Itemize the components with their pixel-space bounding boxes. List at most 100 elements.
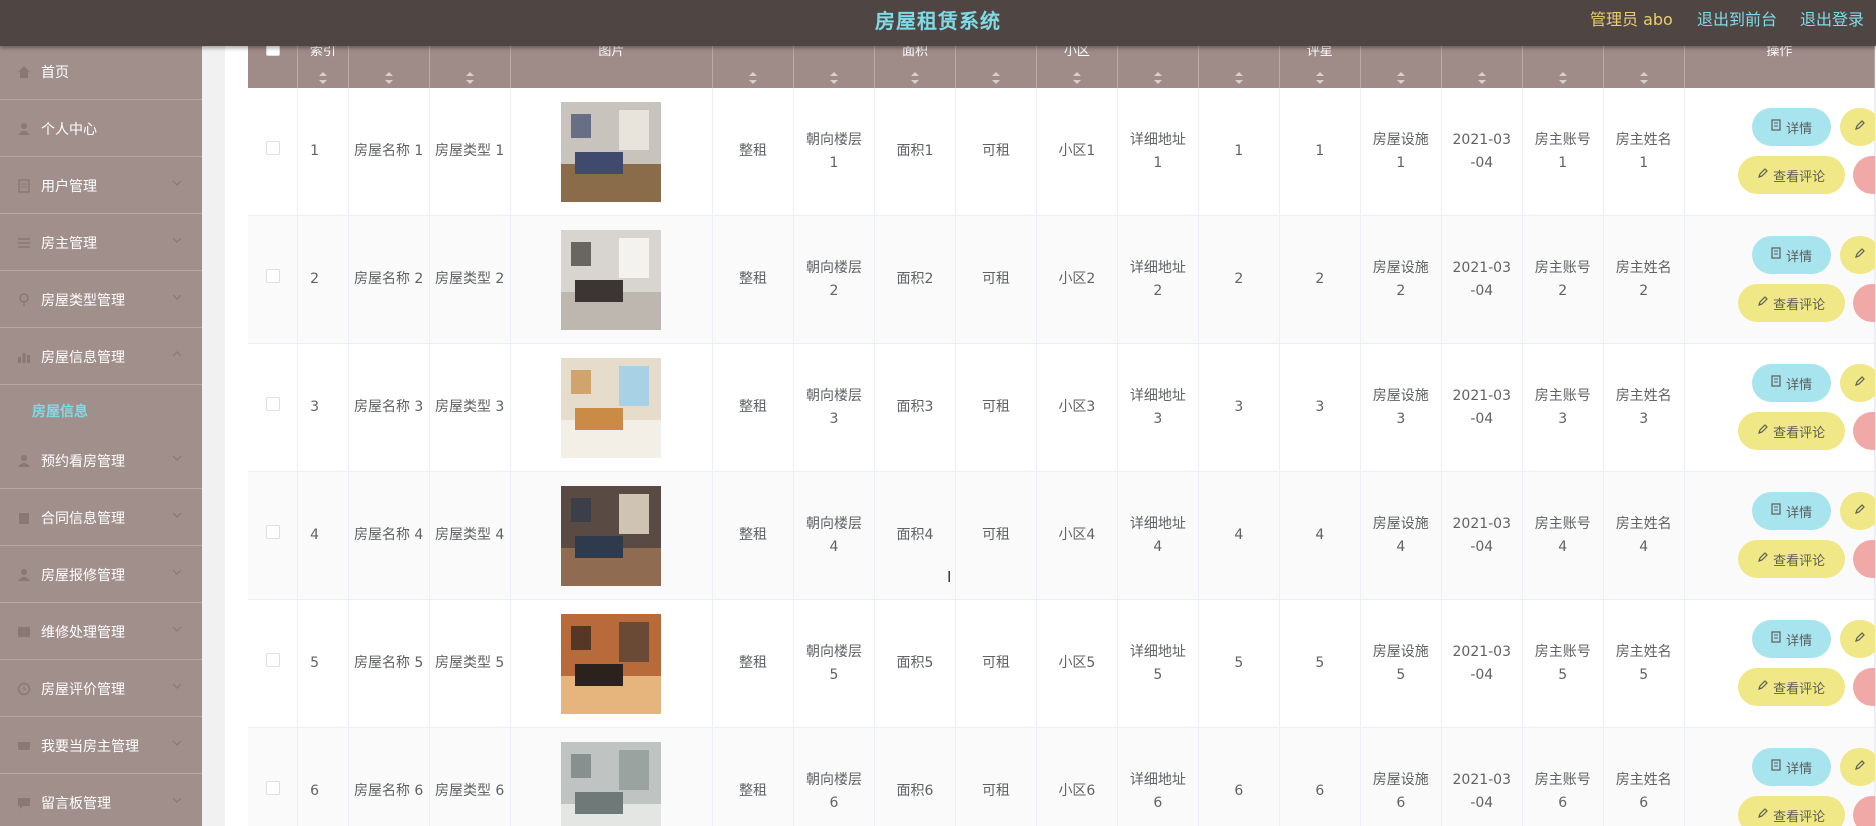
back-to-front-link[interactable]: 退出到前台 (1697, 6, 1777, 30)
pin-icon (17, 293, 31, 307)
sort-icon[interactable] (384, 72, 393, 84)
chevron-down-icon (172, 624, 182, 634)
sort-icon[interactable] (749, 72, 758, 84)
row-checkbox[interactable] (265, 781, 280, 795)
sort-icon[interactable] (1315, 72, 1324, 84)
sidebar-item-5[interactable]: 房屋信息管理 (0, 329, 202, 385)
view-reviews-button[interactable]: 查看评论 (1737, 284, 1845, 322)
sidebar-item-4[interactable]: 房屋类型管理 (0, 272, 202, 328)
chevron-down-icon (172, 795, 182, 805)
table-row[interactable]: 6 房屋名称 6 房屋类型 6 整租 朝向楼层 6 面积6 可租 小区6 详细地址 6 6 6 房屋设… (248, 727, 1875, 826)
cell-address: 详细地址 5 (1117, 599, 1199, 728)
sidebar-item-10[interactable]: 房屋评价管理 (0, 661, 202, 717)
sidebar-item-label: 首页 (41, 65, 69, 81)
sidebar-item-label: 房屋信息管理 (41, 350, 125, 366)
sort-icon[interactable] (991, 72, 1000, 84)
sidebar-item-label: 我要当房主管理 (41, 739, 139, 755)
sort-icon[interactable] (1639, 72, 1648, 84)
detail-button-label: 详情 (1786, 121, 1813, 137)
detail-button[interactable]: 详情 (1751, 748, 1831, 786)
edit-button[interactable] (1839, 236, 1875, 274)
sort-icon[interactable] (1396, 72, 1405, 84)
sidebar-item-2[interactable]: 用户管理 (0, 158, 202, 214)
detail-button-label: 详情 (1786, 633, 1813, 649)
cell-date: 2021-03 -04 (1441, 471, 1523, 600)
sort-icon[interactable] (910, 72, 919, 84)
sort-icon[interactable] (1234, 72, 1243, 84)
sidebar: 首页 个人中心 用户管理 房主管理 房屋类型管理 房屋信息管理 预约看房管理 合同信息管理 房屋… (0, 46, 202, 826)
cell-col11: 6 (1198, 727, 1280, 826)
sidebar-item-7[interactable]: 合同信息管理 (0, 490, 202, 546)
row-checkbox-cell (248, 215, 299, 344)
cell-orientation-floor: 朝向楼层 6 (793, 727, 875, 826)
delete-button[interactable] (1852, 156, 1875, 194)
delete-button[interactable] (1852, 796, 1875, 826)
sort-icon[interactable] (318, 72, 327, 84)
sidebar-item-8[interactable]: 房屋报修管理 (0, 547, 202, 603)
detail-button[interactable]: 详情 (1751, 364, 1831, 402)
sort-icon[interactable] (1558, 72, 1567, 84)
cell-photo (510, 343, 714, 472)
house-photo-image (561, 613, 662, 714)
sort-icon[interactable] (1072, 72, 1081, 84)
detail-button[interactable]: 详情 (1751, 108, 1831, 146)
edit-button[interactable] (1839, 748, 1875, 786)
sidebar-item-3[interactable]: 房主管理 (0, 215, 202, 271)
cell-col12: 1 (1279, 88, 1361, 216)
sidebar-item-1[interactable]: 个人中心 (0, 101, 202, 157)
edit-button[interactable] (1839, 620, 1875, 658)
row-checkbox[interactable] (265, 525, 280, 539)
row-checkbox[interactable] (265, 397, 280, 411)
house-photo-image (561, 485, 662, 586)
cell-owner-name: 房主姓名 3 (1603, 343, 1685, 472)
table-row[interactable]: 3 房屋名称 3 房屋类型 3 整租 朝向楼层 3 面积3 可租 小区3 详细地址 3 3 3 房屋设… (248, 343, 1875, 472)
logout-link[interactable]: 退出登录 (1800, 6, 1864, 30)
edit-button[interactable] (1839, 108, 1875, 146)
delete-button[interactable] (1852, 540, 1875, 578)
delete-button[interactable] (1852, 668, 1875, 706)
table-row[interactable]: 2 房屋名称 2 房屋类型 2 整租 朝向楼层 2 面积2 可租 小区2 详细地址 2 2 2 房屋设… (248, 215, 1875, 344)
view-reviews-button[interactable]: 查看评论 (1737, 668, 1845, 706)
sort-icon[interactable] (1153, 72, 1162, 84)
sidebar-subitem-house-info[interactable]: 房屋信息 (0, 387, 202, 433)
grid-icon (17, 625, 31, 639)
cell-index: 3 (297, 343, 349, 472)
cell-owner-account: 房主账号 2 (1522, 215, 1604, 344)
sidebar-item-12[interactable]: 留言板管理 (0, 775, 202, 826)
sidebar-item-11[interactable]: 我要当房主管理 (0, 718, 202, 774)
sort-icon[interactable] (830, 72, 838, 84)
cell-house-name: 房屋名称 4 (348, 471, 430, 600)
detail-button-label: 详情 (1786, 249, 1813, 265)
sort-icon[interactable] (1477, 72, 1486, 84)
sort-icon[interactable] (465, 72, 474, 84)
delete-button[interactable] (1852, 412, 1875, 450)
cell-status: 可租 (955, 471, 1037, 600)
cell-house-type: 房屋类型 3 (429, 343, 511, 472)
house-photo-image (561, 741, 662, 826)
cell-orientation-floor: 朝向楼层 4 (793, 471, 875, 600)
view-reviews-button[interactable]: 查看评论 (1737, 156, 1845, 194)
pencil-icon (1854, 631, 1866, 647)
table-row[interactable]: 4 房屋名称 4 房屋类型 4 整租 朝向楼层 4 面积4 可租 小区4 详细地址 4 4 4 房屋设… (248, 471, 1875, 600)
edit-button[interactable] (1839, 364, 1875, 402)
detail-button[interactable]: 详情 (1751, 492, 1831, 530)
row-checkbox[interactable] (265, 141, 280, 155)
edit-button[interactable] (1839, 492, 1875, 530)
table-row[interactable]: 1 房屋名称 1 房屋类型 1 整租 朝向楼层 1 面积1 可租 小区1 详细地址 1 1 1 房屋设… (248, 88, 1875, 216)
sidebar-item-6[interactable]: 预约看房管理 (0, 433, 202, 489)
cell-address: 详细地址 6 (1117, 727, 1199, 826)
view-reviews-button[interactable]: 查看评论 (1737, 796, 1845, 826)
detail-button[interactable]: 详情 (1751, 620, 1831, 658)
detail-button[interactable]: 详情 (1751, 236, 1831, 274)
cell-owner-account: 房主账号 3 (1522, 343, 1604, 472)
house-photo-image (561, 357, 662, 458)
table-row[interactable]: 5 房屋名称 5 房屋类型 5 整租 朝向楼层 5 面积5 可租 小区5 详细地址 5 5 5 房屋设… (248, 599, 1875, 728)
view-reviews-button[interactable]: 查看评论 (1737, 412, 1845, 450)
row-checkbox[interactable] (265, 653, 280, 667)
sidebar-item-9[interactable]: 维修处理管理 (0, 604, 202, 660)
view-reviews-button[interactable]: 查看评论 (1737, 540, 1845, 578)
message-icon (17, 796, 31, 810)
row-checkbox[interactable] (265, 269, 280, 283)
delete-button[interactable] (1852, 284, 1875, 322)
sidebar-item-0[interactable]: 首页 (0, 46, 202, 100)
